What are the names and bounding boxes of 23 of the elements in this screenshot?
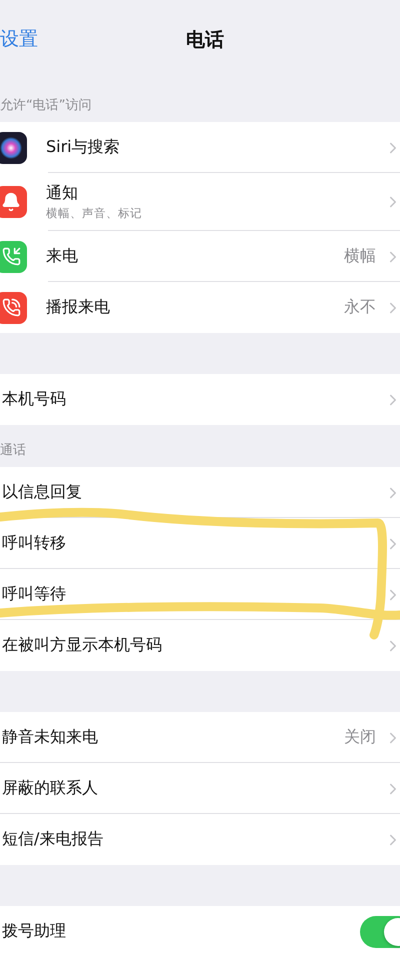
setting-label[interactable]: 拨号助理 [2,921,360,942]
setting-label[interactable]: 播报来电 [46,297,344,318]
setting-label[interactable]: 静音未知来电 [2,727,344,748]
setting-label[interactable]: 以信息回复 [2,482,384,503]
setting-value: 永不 [344,297,376,318]
setting-subtitle: 横幅、声音、标记 [46,206,143,221]
setting-value: 关闭 [344,727,376,748]
setting-label[interactable]: 呼叫等待 [2,584,384,605]
setting-label[interactable]: Siri与搜索 [46,137,384,158]
setting-label[interactable]: 短信/来电报告 [2,829,384,850]
back-link[interactable]: 设置 [0,26,38,52]
setting-value: 横幅 [344,246,376,267]
page-title: 电话 [186,28,224,53]
setting-label[interactable]: 呼叫转移 [2,533,384,554]
setting-label[interactable]: 本机号码 [2,389,384,410]
setting-label[interactable]: 屏蔽的联系人 [2,778,384,799]
toggle-switch[interactable] [360,916,400,948]
siri-icon [0,132,27,164]
section-header: 允许“电话”访问 [0,97,92,115]
section-header: 通话 [0,442,27,460]
setting-label[interactable]: 通知 [46,183,384,204]
setting-label[interactable]: 在被叫方显示本机号码 [2,635,384,656]
setting-label[interactable]: 来电 [46,246,344,267]
